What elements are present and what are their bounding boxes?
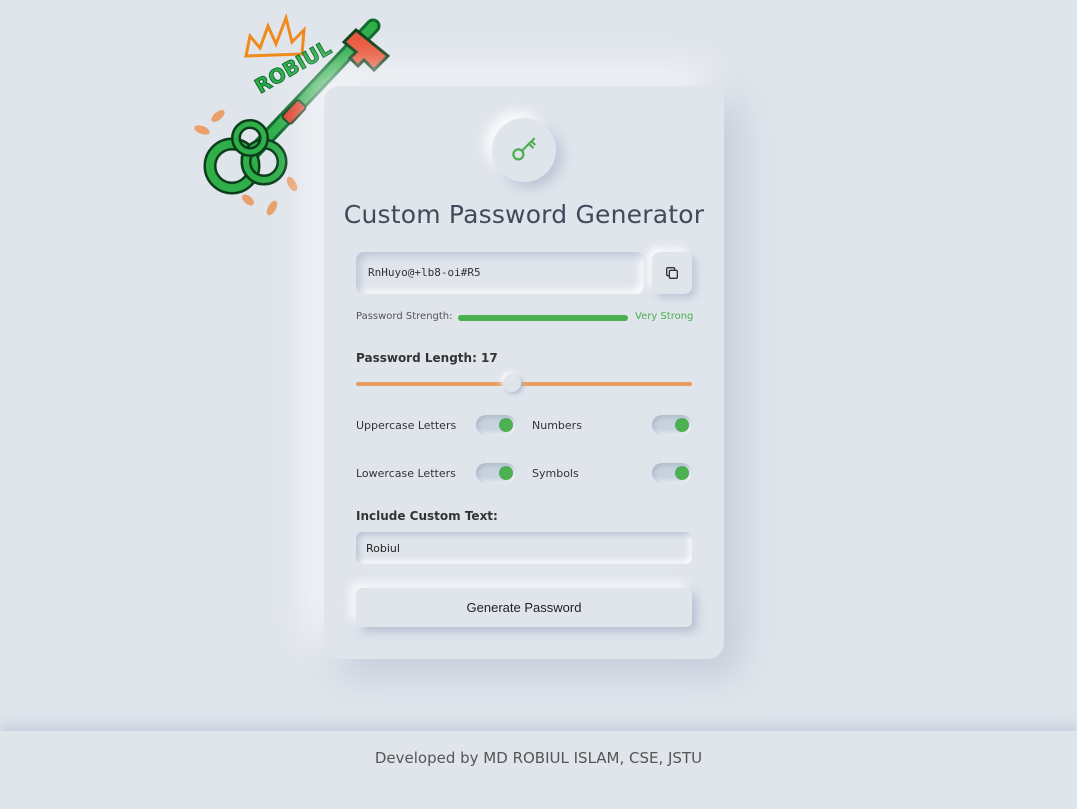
uppercase-toggle[interactable] [476,415,516,435]
lowercase-label: Lowercase Letters [356,467,456,480]
numbers-toggle[interactable] [652,415,692,435]
length-label: Password Length: 17 [356,351,498,365]
footer: Developed by MD ROBIUL ISLAM, CSE, JSTU [0,731,1077,809]
toggle-knob [675,418,689,432]
toggle-knob [499,418,513,432]
strength-value: Very Strong [635,311,694,322]
lowercase-toggle[interactable] [476,463,516,483]
footer-credit: Developed by MD ROBIUL ISLAM, CSE, JSTU [374,749,703,767]
password-output[interactable]: RnHuyo@+lb8-oi#R5 [356,252,644,294]
symbols-toggle[interactable] [652,463,692,483]
symbols-label: Symbols [532,467,579,480]
password-generator-card: Custom Password Generator RnHuyo@+lb8-oi… [324,86,724,659]
custom-text-input[interactable] [356,532,692,564]
toggle-knob [675,466,689,480]
strength-meter [458,315,628,321]
key-icon [512,137,536,161]
numbers-label: Numbers [532,419,582,432]
length-slider-thumb[interactable] [502,374,521,392]
toggle-knob [499,466,513,480]
custom-text-label: Include Custom Text: [356,509,498,523]
generate-button[interactable]: Generate Password [356,588,692,627]
copy-button[interactable] [652,252,692,294]
strength-label: Password Strength: [356,311,453,322]
length-slider[interactable] [356,374,692,392]
page-title: Custom Password Generator [343,200,705,229]
strength-meter-fill [458,315,628,321]
copy-icon [666,267,678,279]
header-key-badge [492,118,556,182]
uppercase-label: Uppercase Letters [356,419,457,432]
